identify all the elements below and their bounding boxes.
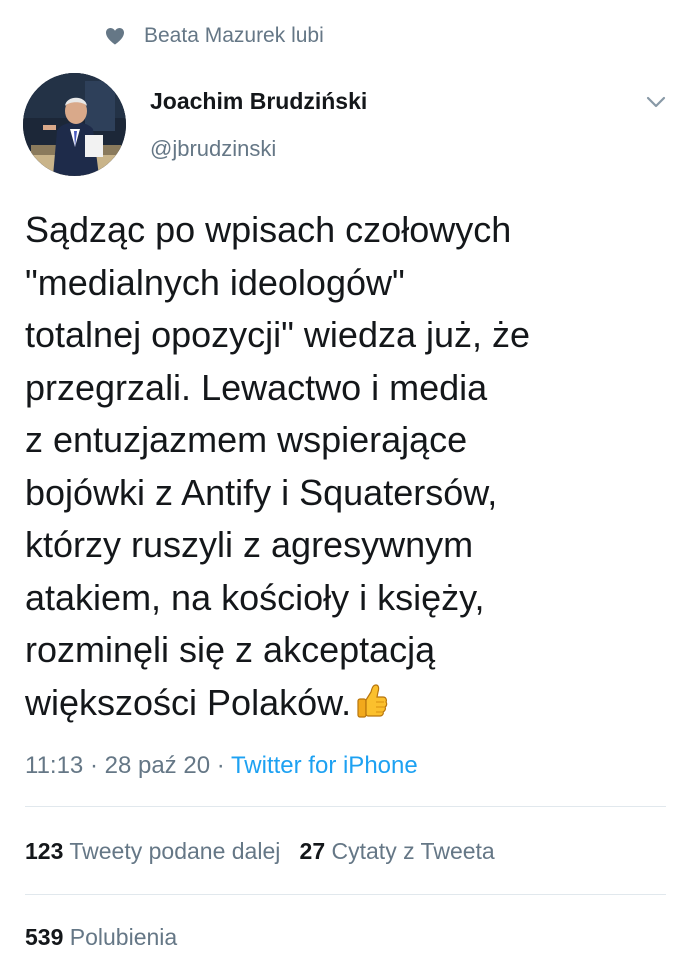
social-context-text: Beata Mazurek lubi — [144, 24, 324, 47]
divider — [25, 806, 666, 807]
quotes-stat[interactable]: 27 Cytaty z Tweeta — [300, 838, 495, 864]
retweets-label: Tweety podane dalej — [69, 838, 281, 864]
tweet-text: Sądząc po wpisach czołowych "medialnych … — [25, 204, 665, 733]
engagement-stats: 123 Tweety podane dalej 27 Cytaty z Twee… — [25, 838, 495, 865]
divider-2 — [25, 894, 666, 895]
chevron-down-icon[interactable] — [644, 90, 668, 114]
retweets-stat[interactable]: 123 Tweety podane dalej — [25, 838, 280, 864]
likes-stat[interactable]: 539 Polubienia — [25, 924, 177, 951]
author-handle[interactable]: @jbrudzinski — [150, 136, 276, 162]
tweet-time[interactable]: 11:13 — [25, 752, 83, 779]
tweet-meta: 11:13 · 28 paź 20 · Twitter for iPhone — [25, 752, 418, 780]
quotes-label: Cytaty z Tweeta — [331, 838, 495, 864]
heart-icon — [104, 25, 126, 47]
likes-label: Polubienia — [69, 924, 178, 950]
meta-separator: · — [89, 752, 98, 779]
thumbs-up-icon — [354, 681, 388, 734]
retweets-count: 123 — [25, 838, 64, 864]
tweet-source-link[interactable]: Twitter for iPhone — [231, 752, 418, 779]
meta-separator-2: · — [216, 752, 225, 779]
tweet-date[interactable]: 28 paź 20 — [105, 752, 210, 779]
avatar[interactable] — [23, 73, 126, 176]
author-name[interactable]: Joachim Brudziński — [150, 88, 367, 115]
likes-count: 539 — [25, 924, 64, 950]
quotes-count: 27 — [299, 838, 326, 864]
tweet-body: Sądząc po wpisach czołowych "medialnych … — [25, 209, 531, 723]
social-context[interactable]: Beata Mazurek lubi — [104, 20, 324, 52]
